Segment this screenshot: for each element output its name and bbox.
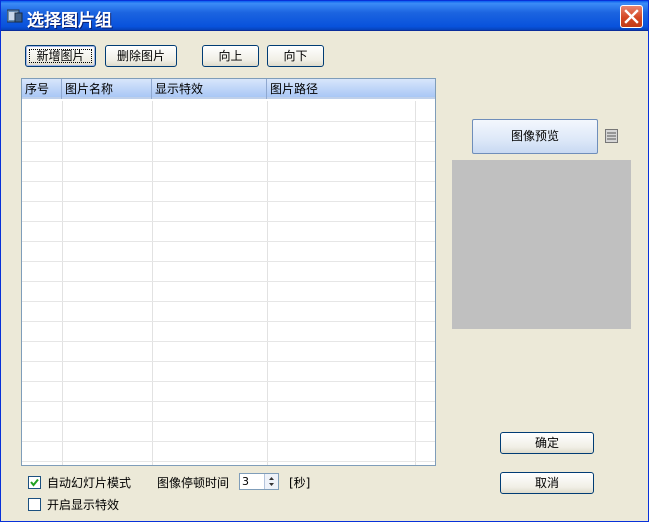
ok-label: 确定 [534, 436, 559, 450]
column-header-index[interactable]: 序号 [22, 79, 62, 99]
move-up-button[interactable]: 向上 [202, 45, 259, 67]
delete-image-button[interactable]: 删除图片 [105, 45, 177, 67]
close-icon [624, 9, 639, 24]
checkmark-icon [30, 478, 39, 487]
table-row[interactable] [22, 181, 435, 182]
pause-time-value[interactable]: 3 [242, 474, 249, 489]
cancel-button[interactable]: 取消 [500, 472, 594, 494]
auto-slideshow-checkbox[interactable] [28, 476, 41, 489]
cancel-label: 取消 [534, 476, 559, 490]
table-row[interactable] [22, 241, 435, 242]
table-row[interactable] [22, 141, 435, 142]
column-divider [62, 101, 63, 465]
table-row[interactable] [22, 401, 435, 402]
app-icon [7, 9, 23, 23]
image-preview-area [452, 160, 631, 329]
add-image-button[interactable]: 新增图片 [25, 45, 96, 67]
image-preview-button[interactable]: 图像预览 [472, 119, 598, 154]
spinner-arrows[interactable] [264, 474, 278, 489]
table-row[interactable] [22, 321, 435, 322]
table-row[interactable] [22, 221, 435, 222]
pause-time-label: 图像停顿时间 [157, 476, 230, 490]
table-row[interactable] [22, 121, 435, 122]
image-table[interactable]: 序号 图片名称 显示特效 图片路径 [21, 78, 436, 466]
column-header-effect[interactable]: 显示特效 [152, 79, 267, 99]
enable-effects-label: 开启显示特效 [47, 498, 120, 512]
title-bar[interactable]: 选择图片组 [1, 1, 648, 31]
table-row[interactable] [22, 301, 435, 302]
column-divider [267, 101, 268, 465]
move-up-label: 向上 [218, 49, 243, 63]
move-down-button[interactable]: 向下 [267, 45, 324, 67]
spinner-up-down-icon [269, 477, 274, 486]
move-down-label: 向下 [283, 49, 308, 63]
enable-effects-checkbox[interactable] [28, 498, 41, 511]
table-row[interactable] [22, 281, 435, 282]
dialog-window: 选择图片组 新增图片 删除图片 向上 向下 序号 图片名称 显示特效 图片路径 [0, 0, 649, 522]
table-row[interactable] [22, 421, 435, 422]
delete-image-label: 删除图片 [116, 49, 165, 63]
column-divider [152, 101, 153, 465]
table-row[interactable] [22, 381, 435, 382]
pause-time-unit: [秒] [289, 476, 311, 490]
auto-slideshow-label: 自动幻灯片模式 [47, 476, 132, 490]
table-row[interactable] [22, 441, 435, 442]
ok-button[interactable]: 确定 [500, 432, 594, 454]
table-row[interactable] [22, 261, 435, 262]
add-image-label: 新增图片 [36, 49, 85, 63]
table-row[interactable] [22, 161, 435, 162]
table-row[interactable] [22, 461, 435, 462]
column-header-name[interactable]: 图片名称 [62, 79, 152, 99]
window-title: 选择图片组 [27, 11, 112, 31]
column-header-path[interactable]: 图片路径 [267, 79, 435, 99]
preview-toggle-icon[interactable] [605, 129, 618, 143]
table-row[interactable] [22, 361, 435, 362]
column-divider [415, 101, 416, 465]
image-preview-label: 图像预览 [510, 129, 559, 143]
pause-time-spinner[interactable]: 3 [239, 473, 279, 490]
table-row[interactable] [22, 201, 435, 202]
close-button[interactable] [620, 5, 643, 28]
table-header: 序号 图片名称 显示特效 图片路径 [22, 79, 435, 99]
table-row[interactable] [22, 341, 435, 342]
